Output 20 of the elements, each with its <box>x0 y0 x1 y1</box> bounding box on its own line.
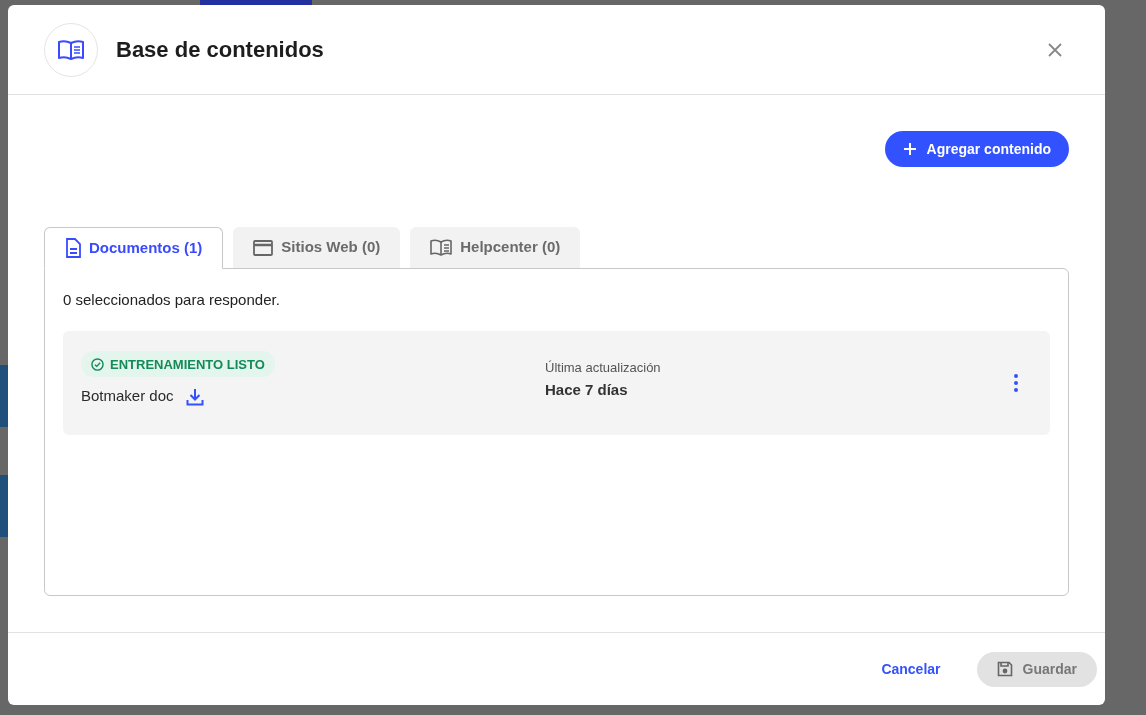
add-content-button[interactable]: Agregar contenido <box>884 131 1069 167</box>
selection-note: 0 seleccionados para responder. <box>63 290 281 310</box>
plus-icon <box>902 142 917 156</box>
background-node <box>0 365 8 427</box>
document-name: Botmaker doc <box>81 386 174 407</box>
download-icon[interactable] <box>185 387 204 406</box>
tab[interactable]: Sitios Web (0) <box>233 227 401 268</box>
update-value: Hace 7 días <box>545 380 629 400</box>
save-icon <box>996 661 1013 677</box>
tab[interactable]: Documentos (1) <box>44 227 224 269</box>
cancel-button[interactable]: Cancelar <box>881 658 941 680</box>
book-icon <box>430 239 453 256</box>
background-node <box>0 475 8 537</box>
browser-window-icon <box>253 239 274 256</box>
tab[interactable]: Helpcenter (0) <box>410 227 581 268</box>
check-circle-icon <box>91 357 104 371</box>
status-badge: ENTRENAMIENTO LISTO <box>81 351 275 378</box>
update-label: Última actualización <box>545 358 662 377</box>
dialog-title: Base de contenidos <box>116 36 324 64</box>
document-icon <box>65 238 81 258</box>
